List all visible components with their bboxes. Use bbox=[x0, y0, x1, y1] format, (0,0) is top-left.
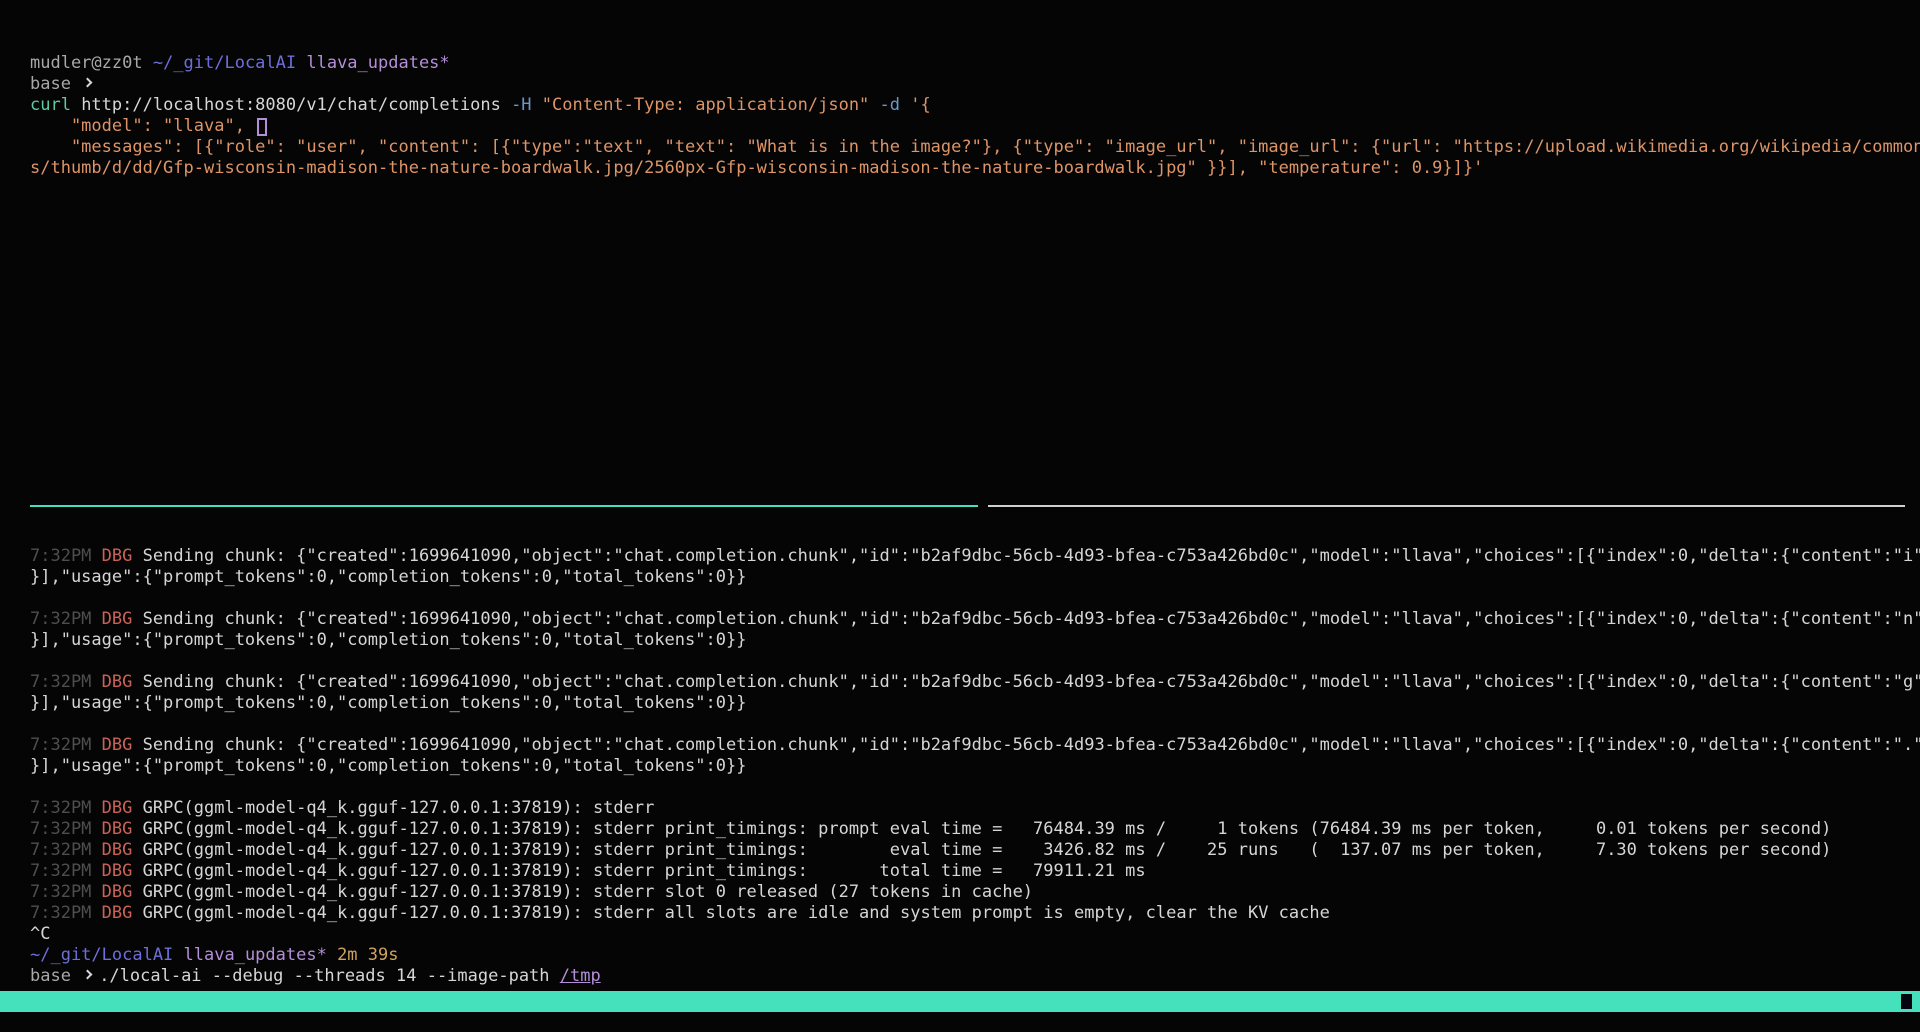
timestamp: 7:32PM bbox=[30, 903, 102, 923]
log-level: DBG bbox=[102, 609, 143, 629]
log-line: 7:32PM DBG Sending chunk: {"created":169… bbox=[30, 546, 1920, 567]
divider-white-segment bbox=[988, 505, 1905, 507]
log-level: DBG bbox=[102, 798, 143, 818]
log-text: Sending chunk: {"created":1699641090,"ob… bbox=[143, 735, 1920, 755]
cwd-path: ~/_git/LocalAI bbox=[30, 945, 184, 965]
command-line: base ./local-ai --debug --threads 14 --i… bbox=[30, 966, 1920, 987]
log-level: DBG bbox=[102, 840, 143, 860]
log-level: DBG bbox=[102, 861, 143, 881]
divider-gap bbox=[978, 505, 988, 507]
log-line: 7:32PM DBG GRPC(ggml-model-q4_k.gguf-127… bbox=[30, 861, 1920, 882]
timestamp: 7:32PM bbox=[30, 672, 102, 692]
interrupt-signal: ^C bbox=[30, 924, 50, 944]
log-text: }],"usage":{"prompt_tokens":0,"completio… bbox=[30, 630, 746, 650]
timestamp: 7:32PM bbox=[30, 609, 102, 629]
log-line: }],"usage":{"prompt_tokens":0,"completio… bbox=[30, 693, 1920, 714]
log-text: GRPC(ggml-model-q4_k.gguf-127.0.0.1:3781… bbox=[143, 798, 665, 818]
timestamp: 7:32PM bbox=[30, 861, 102, 881]
log-level: DBG bbox=[102, 903, 143, 923]
terminal-window: mudler@zz0t ~/_git/LocalAI llava_updates… bbox=[0, 0, 1920, 1032]
command-line: curl http://localhost:8080/v1/chat/compl… bbox=[30, 95, 1920, 116]
log-line: }],"usage":{"prompt_tokens":0,"completio… bbox=[30, 567, 1920, 588]
divider-teal-segment bbox=[30, 505, 978, 507]
json-body: s/thumb/d/dd/Gfp-wisconsin-madison-the-n… bbox=[30, 158, 1483, 178]
log-text: }],"usage":{"prompt_tokens":0,"completio… bbox=[30, 567, 746, 587]
blank-region bbox=[30, 179, 1920, 505]
prompt-chevron-icon bbox=[83, 970, 93, 980]
flag-header: -H bbox=[511, 95, 542, 115]
log-line: 7:32PM DBG GRPC(ggml-model-q4_k.gguf-127… bbox=[30, 819, 1920, 840]
blank-region bbox=[30, 507, 1920, 546]
command-line: s/thumb/d/dd/Gfp-wisconsin-madison-the-n… bbox=[30, 158, 1920, 179]
log-text: Sending chunk: {"created":1699641090,"ob… bbox=[143, 672, 1920, 692]
timestamp: 7:32PM bbox=[30, 882, 102, 902]
log-level: DBG bbox=[102, 735, 143, 755]
cwd-path: ~/_git/LocalAI bbox=[153, 53, 307, 73]
log-line: 7:32PM DBG GRPC(ggml-model-q4_k.gguf-127… bbox=[30, 882, 1920, 903]
timestamp: 7:32PM bbox=[30, 819, 102, 839]
log-text: GRPC(ggml-model-q4_k.gguf-127.0.0.1:3781… bbox=[143, 840, 1832, 860]
status-bar-end-block bbox=[1901, 994, 1912, 1009]
log-level: DBG bbox=[102, 819, 143, 839]
command-url-arg: http://localhost:8080/v1/chat/completion… bbox=[81, 95, 511, 115]
flag-data: -d bbox=[880, 95, 911, 115]
tmux-status-bar: [0] <0:zsh 21:zsh 22:zsh 23:zsh 24:zsh 2… bbox=[0, 991, 1920, 1012]
log-line: }],"usage":{"prompt_tokens":0,"completio… bbox=[30, 756, 1920, 777]
prompt-chevron-icon bbox=[83, 78, 93, 88]
log-text: Sending chunk: {"created":1699641090,"ob… bbox=[143, 609, 1920, 629]
log-line: ^C bbox=[30, 924, 1920, 945]
log-level: DBG bbox=[102, 546, 143, 566]
command-line: "model": "llava", bbox=[30, 116, 1920, 137]
log-text: }],"usage":{"prompt_tokens":0,"completio… bbox=[30, 693, 746, 713]
timestamp: 7:32PM bbox=[30, 798, 102, 818]
json-body: "messages": [{"role": "user", "content":… bbox=[30, 137, 1920, 157]
log-text: GRPC(ggml-model-q4_k.gguf-127.0.0.1:3781… bbox=[143, 861, 1146, 881]
timestamp: 7:32PM bbox=[30, 840, 102, 860]
log-text: GRPC(ggml-model-q4_k.gguf-127.0.0.1:3781… bbox=[143, 903, 1330, 923]
log-line: 7:32PM DBG GRPC(ggml-model-q4_k.gguf-127… bbox=[30, 798, 1920, 819]
git-branch: llava_updates* bbox=[184, 945, 338, 965]
log-line: 7:32PM DBG Sending chunk: {"created":169… bbox=[30, 609, 1920, 630]
prompt-line: ~/_git/LocalAI llava_updates* 2m 39s bbox=[30, 945, 1920, 966]
cursor bbox=[257, 118, 267, 136]
terminal-line bbox=[30, 651, 1920, 672]
prompt-line: mudler@zz0t ~/_git/LocalAI llava_updates… bbox=[30, 53, 1920, 74]
terminal-output[interactable]: mudler@zz0t ~/_git/LocalAI llava_updates… bbox=[30, 53, 1920, 987]
log-line: 7:32PM DBG Sending chunk: {"created":169… bbox=[30, 735, 1920, 756]
git-branch: llava_updates* bbox=[306, 53, 449, 73]
user-host: mudler@zz0t bbox=[30, 53, 153, 73]
venv-name: base bbox=[30, 966, 81, 986]
timestamp: 7:32PM bbox=[30, 735, 102, 755]
log-line: 7:32PM DBG Sending chunk: {"created":169… bbox=[30, 672, 1920, 693]
timestamp: 7:32PM bbox=[30, 546, 102, 566]
log-line: }],"usage":{"prompt_tokens":0,"completio… bbox=[30, 630, 1920, 651]
json-body: "model": "llava", bbox=[30, 116, 255, 136]
log-level: DBG bbox=[102, 672, 143, 692]
pane-divider bbox=[30, 505, 1920, 507]
prompt-line: base bbox=[30, 74, 1920, 95]
command-text: ./local-ai --debug --threads 14 --image-… bbox=[99, 966, 560, 986]
terminal-line bbox=[30, 714, 1920, 735]
image-path-arg[interactable]: /tmp bbox=[560, 966, 601, 986]
log-text: GRPC(ggml-model-q4_k.gguf-127.0.0.1:3781… bbox=[143, 819, 1832, 839]
log-text: }],"usage":{"prompt_tokens":0,"completio… bbox=[30, 756, 746, 776]
log-line: 7:32PM DBG GRPC(ggml-model-q4_k.gguf-127… bbox=[30, 840, 1920, 861]
venv-name: base bbox=[30, 74, 81, 94]
command-name: curl bbox=[30, 95, 81, 115]
json-open: '{ bbox=[910, 95, 930, 115]
terminal-line bbox=[30, 588, 1920, 609]
log-text: GRPC(ggml-model-q4_k.gguf-127.0.0.1:3781… bbox=[143, 882, 1033, 902]
log-text: Sending chunk: {"created":1699641090,"ob… bbox=[143, 546, 1920, 566]
log-line: 7:32PM DBG GRPC(ggml-model-q4_k.gguf-127… bbox=[30, 903, 1920, 924]
command-line: "messages": [{"role": "user", "content":… bbox=[30, 137, 1920, 158]
header-string: "Content-Type: application/json" bbox=[542, 95, 880, 115]
log-level: DBG bbox=[102, 882, 143, 902]
command-duration: 2m 39s bbox=[337, 945, 398, 965]
terminal-line bbox=[30, 777, 1920, 798]
